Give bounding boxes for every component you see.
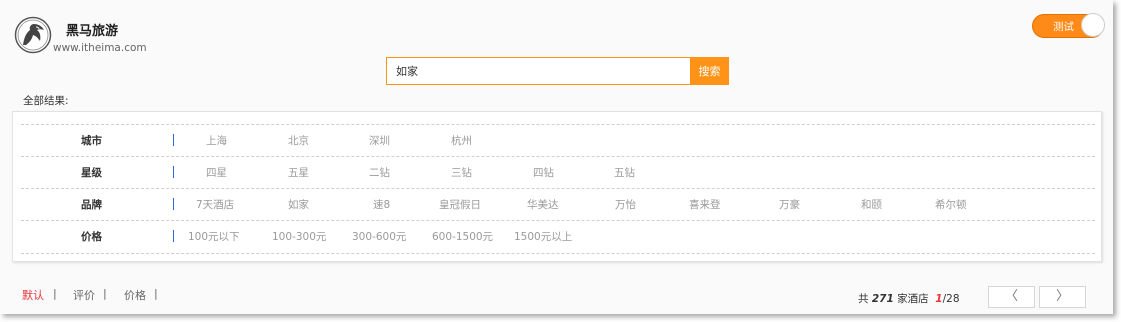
filter-row-brand: 品牌 7天酒店 如家 速8 皇冠假日 华美达 万怡 喜来登 万豪 和颐 希尔顿 [21,188,1095,221]
brand-url: www.itheima.com [53,42,147,54]
filter-option[interactable]: 速8 [373,197,390,212]
filter-option[interactable]: 100元以下 [188,229,240,244]
filter-panel: 城市 上海 北京 深圳 杭州 星级 四星 五星 二钻 三钻 四钻 五钻 品牌 7… [12,111,1102,262]
test-toggle[interactable]: 测试 [1032,13,1105,38]
current-page: 1 [935,293,943,305]
filter-row-star: 星级 四星 五星 二钻 三钻 四钻 五钻 [21,156,1095,189]
search-input[interactable] [386,57,691,85]
results-summary: 共 271 家酒店 1/28 [858,291,960,306]
results-label: 全部结果: [23,95,69,107]
logo-icon[interactable] [14,16,52,54]
summary-suffix: 家酒店 [897,293,929,305]
filter-option[interactable]: 三钻 [451,165,472,180]
toggle-label: 测试 [1053,21,1074,33]
filter-option[interactable]: 希尔顿 [935,197,967,212]
next-page-button[interactable]: 〉 [1039,286,1086,308]
filter-divider [173,198,174,210]
filter-row-price: 价格 100元以下 100-300元 300-600元 600-1500元 15… [21,220,1095,254]
sort-separator: | [154,287,158,300]
sort-default[interactable]: 默认 [22,287,44,303]
sort-price[interactable]: 价格 [124,287,146,303]
chevron-left-icon: 〈 [1004,289,1018,304]
filter-option[interactable]: 100-300元 [272,229,326,244]
filter-option[interactable]: 杭州 [451,133,472,148]
sort-separator: | [53,287,57,300]
filter-option[interactable]: 300-600元 [352,229,406,244]
filter-option[interactable]: 二钻 [369,165,390,180]
filter-option[interactable]: 四钻 [533,165,554,180]
filter-option[interactable]: 四星 [206,165,227,180]
brand-name: 黑马旅游 [66,24,119,39]
filter-option[interactable]: 如家 [288,197,309,212]
filter-label-brand: 品牌 [81,199,102,211]
filter-option[interactable]: 万怡 [615,197,636,212]
filter-option[interactable]: 和颐 [861,197,882,212]
toggle-knob[interactable] [1081,13,1105,37]
sort-rating[interactable]: 评价 [73,287,95,303]
filter-divider [173,134,174,146]
prev-page-button[interactable]: 〈 [988,286,1035,308]
filter-divider [173,166,174,178]
filter-option[interactable]: 华美达 [527,197,559,212]
filter-label-price: 价格 [81,231,102,243]
filter-option[interactable]: 万豪 [779,197,800,212]
filter-row-city: 城市 上海 北京 深圳 杭州 [21,124,1095,157]
search-button[interactable]: 搜索 [690,57,729,85]
filter-option[interactable]: 皇冠假日 [439,197,481,212]
filter-label-city: 城市 [81,135,102,147]
filter-option[interactable]: 7天酒店 [196,197,234,212]
chevron-right-icon: 〉 [1055,289,1069,304]
filter-option[interactable]: 600-1500元 [432,229,493,244]
filter-option[interactable]: 北京 [288,133,309,148]
filter-divider [173,230,174,242]
total-count: 271 [871,293,894,305]
summary-prefix: 共 [858,293,869,305]
filter-option[interactable]: 1500元以上 [514,229,572,244]
filter-option[interactable]: 上海 [206,133,227,148]
filter-label-star: 星级 [81,167,102,179]
filter-option[interactable]: 深圳 [369,133,390,148]
total-pages: /28 [942,293,960,305]
sort-separator: | [103,287,107,300]
filter-option[interactable]: 喜来登 [689,197,721,212]
filter-option[interactable]: 五星 [288,165,309,180]
filter-option[interactable]: 五钻 [614,165,635,180]
